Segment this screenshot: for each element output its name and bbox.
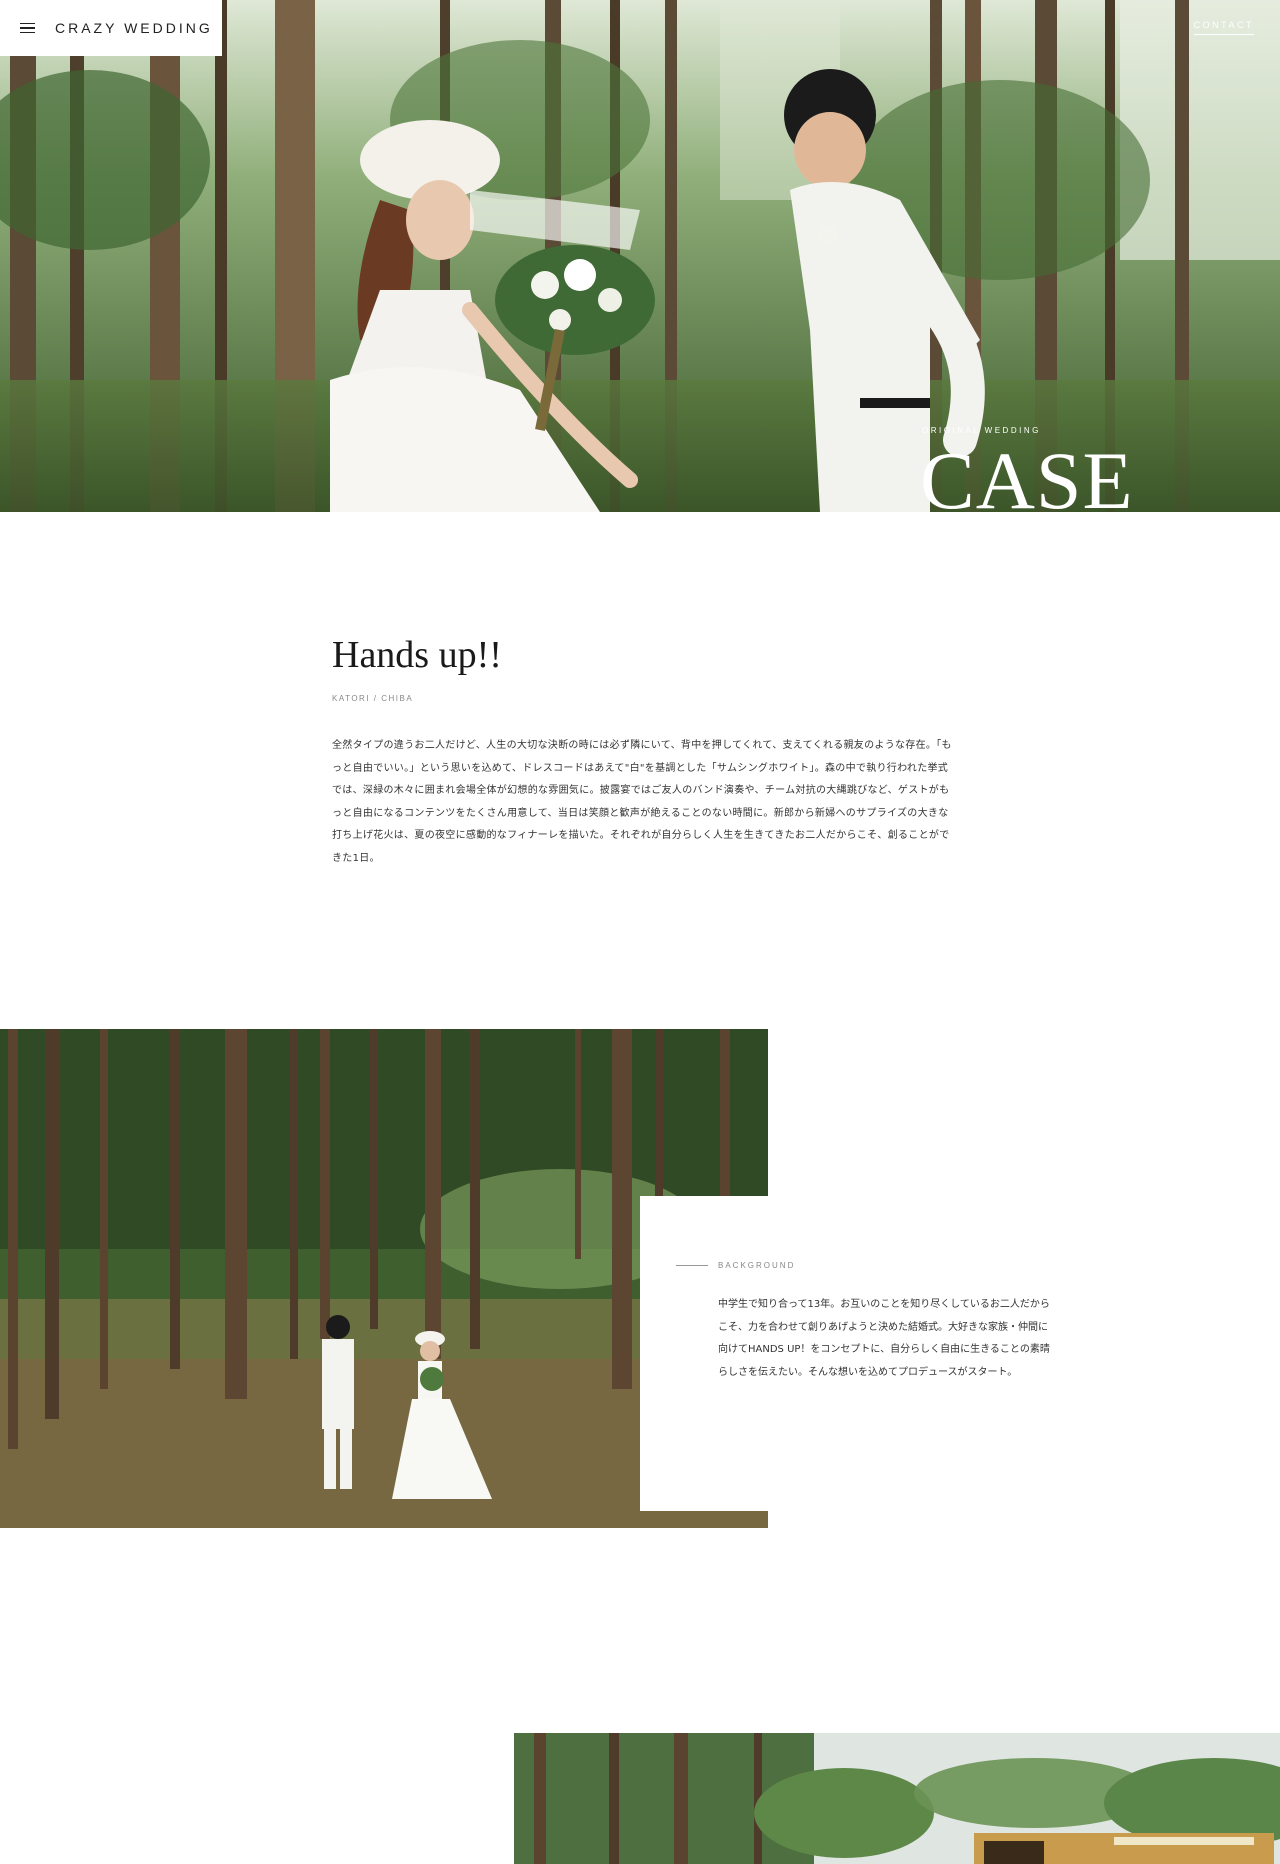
- page-title: Hands up!!: [332, 634, 502, 676]
- background-description: 中学生で知り合って13年。お互いのことを知り尽くしているお二人だからこそ、力を合…: [718, 1299, 1050, 1378]
- contact-link[interactable]: CONTACT: [1193, 20, 1254, 35]
- venue-photo: [514, 1733, 1280, 1864]
- background-heading: BACKGROUND: [718, 1261, 796, 1270]
- intro-section: Hands up!! KATORI / CHIBA 全然タイプの違うお二人だけど…: [332, 636, 952, 870]
- background-label: BACKGROUND: [676, 1261, 1030, 1270]
- hamburger-menu-icon[interactable]: [20, 22, 35, 34]
- brand-logo-text[interactable]: CRAZY WEDDING: [55, 20, 213, 36]
- header-brand-box: CRAZY WEDDING: [0, 0, 222, 56]
- location-label: KATORI / CHIBA: [332, 694, 414, 703]
- intro-description: 全然タイプの違うお二人だけど、人生の大切な決断の時には必ず隣にいて、背中を押して…: [332, 740, 952, 864]
- hero-kicker: ORIGINAL WEDDING: [922, 426, 1041, 435]
- hero-photo: CRAZY WEDDING CONTACT ORIGINAL WEDDING C…: [0, 0, 1280, 512]
- hero-title: CASE: [920, 435, 1134, 513]
- label-line-divider: [676, 1265, 708, 1266]
- venue-forest-image: [514, 1733, 1280, 1864]
- background-card: BACKGROUND 中学生で知り合って13年。お互いのことを知り尽くしているお…: [640, 1196, 1070, 1511]
